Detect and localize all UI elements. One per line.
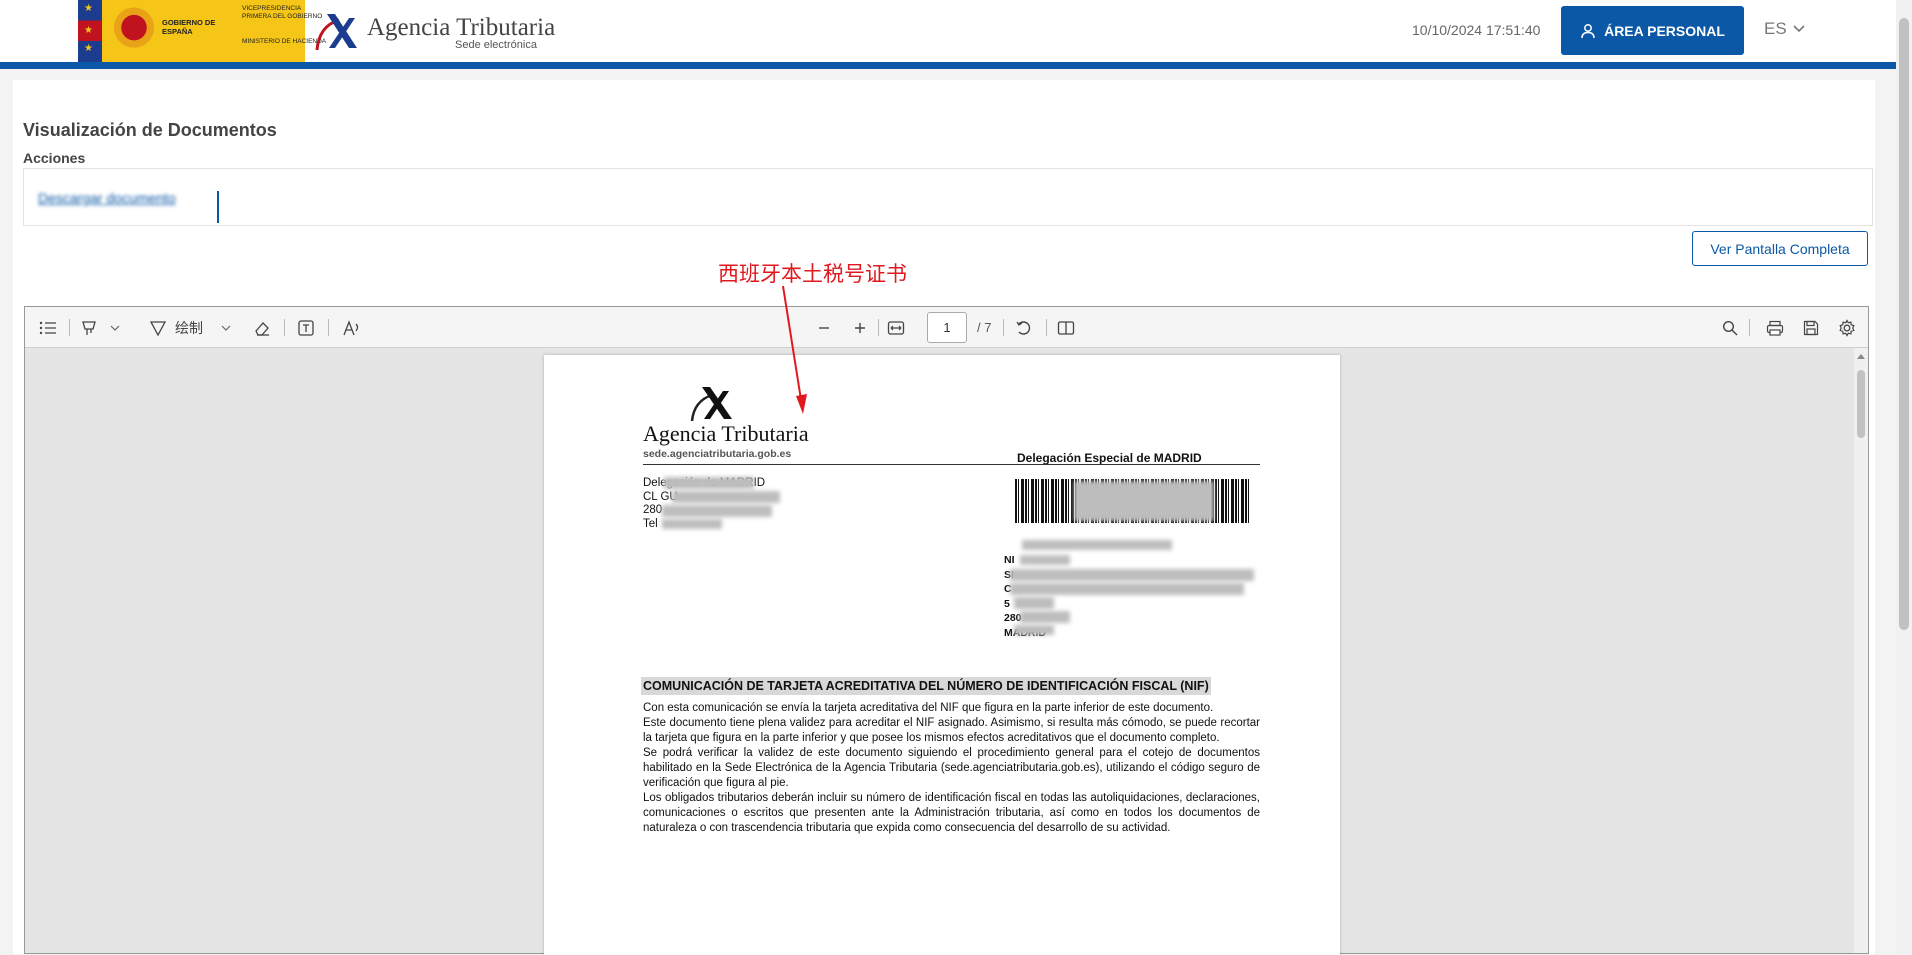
zoom-out-icon xyxy=(819,326,829,329)
acciones-label: Acciones xyxy=(23,150,86,166)
page-view-icon xyxy=(1057,320,1075,335)
agencia-tributaria-logo[interactable]: Agencia Tributaria Sede electrónica xyxy=(313,8,556,54)
save-button[interactable] xyxy=(1803,317,1819,338)
pdf-agency-name: Agencia Tributaria xyxy=(643,421,809,446)
text-box-icon xyxy=(298,319,314,336)
toolbar-separator xyxy=(1749,319,1750,336)
pdf-paragraph: Con esta comunicación se envía la tarjet… xyxy=(643,702,1214,714)
pdf-body-text: Con esta comunicación se envía la tarjet… xyxy=(643,701,1260,836)
eu-flag-icon: ★ ★ ★ xyxy=(78,0,102,62)
redaction-blur xyxy=(662,519,722,529)
add-text-button[interactable] xyxy=(297,317,315,338)
list-icon xyxy=(39,321,56,334)
print-button[interactable] xyxy=(1766,317,1784,338)
pdf-delegation: Delegación Especial de MADRID xyxy=(1017,451,1202,465)
header-datetime: 10/10/2024 17:51:40 xyxy=(1412,22,1541,38)
page-scrollbar-thumb[interactable] xyxy=(1899,18,1909,630)
redaction-blur xyxy=(1010,583,1244,595)
zoom-in-button[interactable] xyxy=(853,317,867,338)
settings-button[interactable] xyxy=(1838,317,1856,338)
coat-of-arms-icon xyxy=(114,6,154,54)
redaction-blur xyxy=(662,505,772,517)
pdf-paragraph: Los obligados tributarios deberán inclui… xyxy=(643,792,1260,834)
redaction-blur xyxy=(1020,555,1070,565)
fit-width-button[interactable] xyxy=(887,317,905,338)
acciones-divider xyxy=(217,191,219,223)
toolbar-separator xyxy=(1003,319,1004,336)
read-aloud-icon xyxy=(343,319,359,335)
toolbar-separator xyxy=(69,319,70,336)
site-header: ★ ★ ★ GOBIERNO DE ESPAÑA VICEPRESIDENCIA… xyxy=(0,0,1896,69)
zoom-in-icon xyxy=(855,322,865,333)
toolbar-separator xyxy=(328,319,329,336)
header-accent-bar xyxy=(0,62,1896,69)
agency-name: Agencia Tributaria xyxy=(367,14,556,41)
contents-button[interactable] xyxy=(39,317,57,338)
pdf-viewer: 绘制 1 / 7 Agencia Tributaria sede.agencia… xyxy=(24,306,1869,955)
save-icon xyxy=(1803,320,1819,335)
pdf-toolbar: 绘制 1 / 7 xyxy=(25,307,1868,348)
pdf-paragraph: Este documento tiene plena validez para … xyxy=(643,717,1260,744)
rotate-button[interactable] xyxy=(1015,317,1033,338)
redaction-blur xyxy=(1014,625,1054,635)
chevron-down-icon xyxy=(221,325,231,331)
agencia-logo-icon xyxy=(315,14,357,51)
acciones-panel: Descargar documento xyxy=(23,168,1873,226)
redaction-blur xyxy=(1010,569,1254,581)
pdf-paragraph: Se podrá verificar la validez de este do… xyxy=(643,747,1260,789)
pdf-header-rule xyxy=(643,464,1260,465)
print-icon xyxy=(1766,320,1784,336)
rotate-icon xyxy=(1016,320,1031,335)
area-personal-label: ÁREA PERSONAL xyxy=(1604,22,1725,39)
chevron-down-icon xyxy=(110,325,120,331)
page-view-button[interactable] xyxy=(1057,317,1075,338)
gov-text-gobierno: GOBIERNO DE ESPAÑA xyxy=(162,18,216,36)
annotation-label: 西班牙本土税号证书 xyxy=(718,262,907,286)
area-personal-button[interactable]: ÁREA PERSONAL xyxy=(1561,6,1744,55)
highlight-icon xyxy=(82,320,96,335)
erase-button[interactable] xyxy=(253,317,271,338)
language-label: ES xyxy=(1764,19,1787,38)
draw-label: 绘制 xyxy=(175,319,203,336)
search-button[interactable] xyxy=(1722,317,1738,338)
draw-icon xyxy=(149,320,167,336)
toolbar-separator xyxy=(878,319,879,336)
scroll-up-arrow-icon[interactable] xyxy=(1857,354,1865,359)
pdf-agency-url: sede.agenciatributaria.gob.es xyxy=(643,448,792,460)
highlight-button[interactable] xyxy=(80,317,120,338)
viewer-scrollbar[interactable] xyxy=(1854,348,1868,953)
redaction-blur xyxy=(672,491,780,503)
pdf-document-heading: COMUNICACIÓN DE TARJETA ACREDITATIVA DEL… xyxy=(641,677,1211,695)
toolbar-separator xyxy=(284,319,285,336)
fit-width-icon xyxy=(887,320,905,335)
redaction-blur xyxy=(1022,540,1172,550)
redaction-blur xyxy=(1074,481,1214,521)
page-total: / 7 xyxy=(977,320,992,335)
language-selector[interactable]: ES xyxy=(1764,19,1805,39)
toolbar-separator xyxy=(1046,319,1047,336)
settings-icon xyxy=(1839,318,1855,337)
acciones-link[interactable]: Descargar documento xyxy=(38,190,176,206)
agency-subtitle: Sede electrónica xyxy=(455,39,537,51)
search-icon xyxy=(1722,320,1738,335)
gobierno-logo[interactable]: ★ ★ ★ GOBIERNO DE ESPAÑA VICEPRESIDENCIA… xyxy=(78,0,326,62)
page-scrollbar[interactable] xyxy=(1896,0,1912,954)
redaction-blur xyxy=(1014,597,1054,609)
agencia-logo-icon xyxy=(690,387,732,422)
redaction-blur xyxy=(664,477,754,489)
eraser-icon xyxy=(255,321,269,336)
zoom-out-button[interactable] xyxy=(817,317,831,338)
redaction-blur xyxy=(1020,611,1070,623)
pdf-page: Agencia Tributaria sede.agenciatributari… xyxy=(544,355,1340,955)
read-aloud-button[interactable] xyxy=(342,317,362,338)
fullscreen-button[interactable]: Ver Pantalla Completa xyxy=(1692,231,1868,266)
main-content: Visualización de Documentos Acciones Des… xyxy=(13,80,1875,955)
viewer-scrollbar-thumb[interactable] xyxy=(1857,370,1865,438)
page-title: Visualización de Documentos xyxy=(23,120,277,140)
chevron-down-icon xyxy=(1793,25,1805,33)
user-icon xyxy=(1581,23,1595,38)
draw-button[interactable]: 绘制 xyxy=(149,317,231,338)
page-number-input[interactable]: 1 xyxy=(927,312,967,343)
